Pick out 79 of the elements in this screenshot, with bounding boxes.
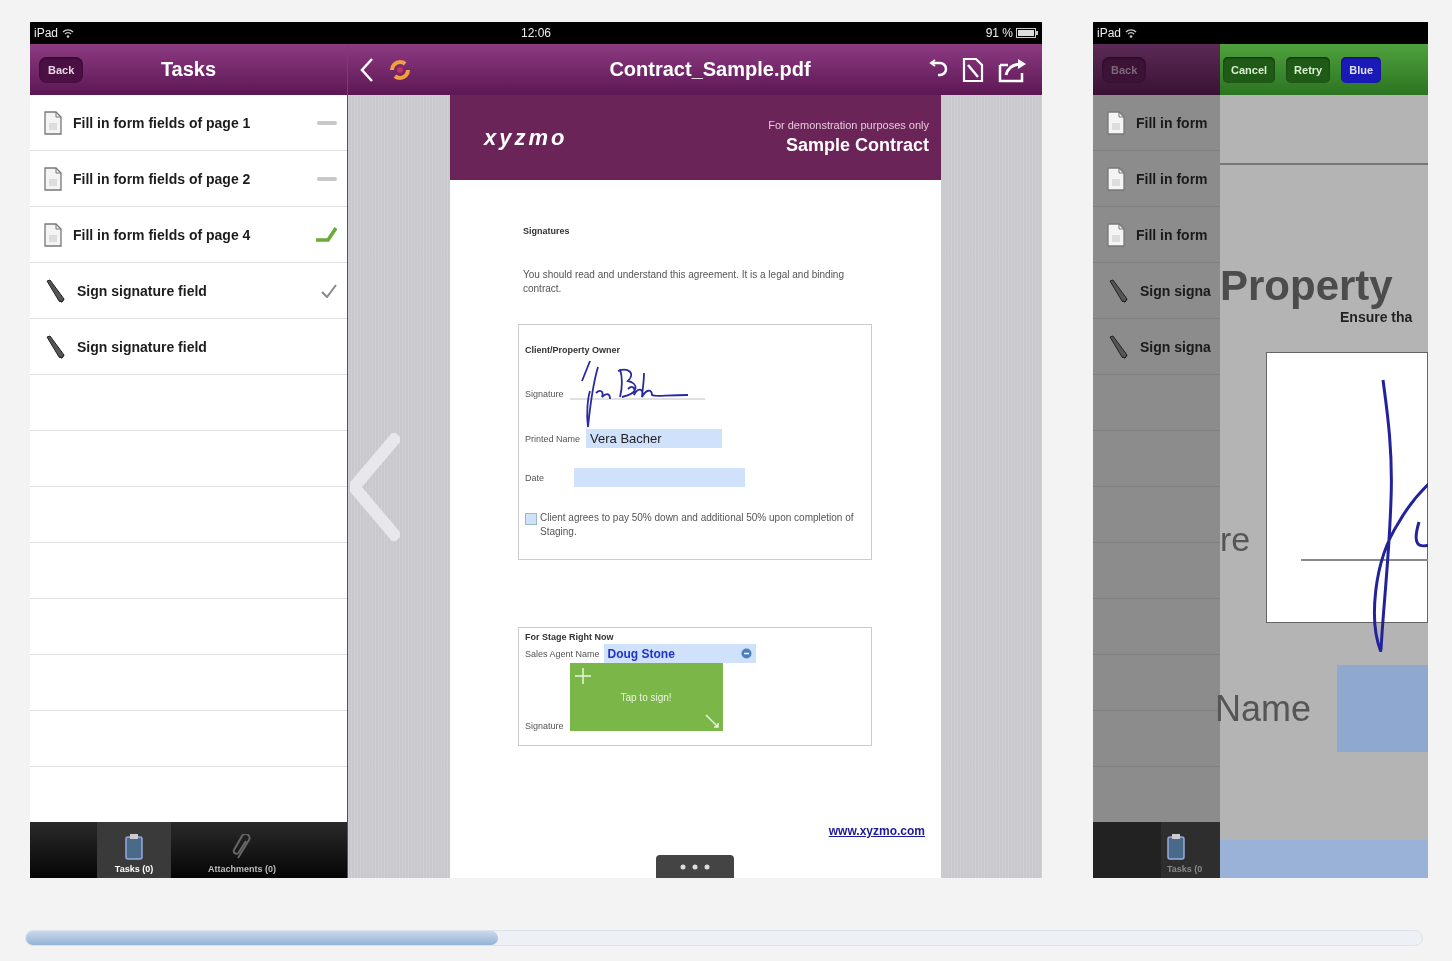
back-button[interactable]: Back [39, 56, 84, 83]
checkbox[interactable] [525, 513, 537, 525]
wifi-icon [62, 28, 75, 38]
task-label: Fill in form [1136, 115, 1209, 131]
header-title: Sample Contract [785, 135, 929, 156]
pen-icon [1107, 279, 1129, 303]
document-icon [44, 167, 62, 191]
field-label: re [1220, 520, 1252, 560]
paperclip-icon [232, 834, 252, 860]
toolbar-button[interactable]: Retry [1286, 56, 1331, 83]
website-link[interactable]: www.xyzmo.com [828, 824, 925, 838]
field-label: Printed Name [525, 433, 581, 444]
dialog-subtitle: Ensure tha [1340, 309, 1414, 325]
field-label: Sales Agent Name [525, 648, 600, 659]
task-label: Sign signa [1140, 339, 1211, 355]
document-title: Contract_Sample.pdf [608, 58, 812, 81]
task-label: Fill in form fields of page 2 [73, 171, 252, 187]
toolbar-button[interactable]: Blue [1341, 56, 1382, 83]
document-icon [1107, 223, 1125, 247]
tab-button[interactable]: Tasks (0) [97, 822, 171, 878]
dialog-title: Property [1220, 263, 1394, 309]
pane-title: Tasks [160, 58, 217, 81]
toolbar-button[interactable]: Cancel [1223, 56, 1276, 83]
document-icon [44, 111, 62, 135]
document-pen-icon [962, 56, 984, 83]
task-label: Fill in form [1136, 171, 1209, 187]
document-icon [44, 223, 62, 247]
agreement-text: Client agrees to pay 50% down and additional 50% upon completion of Staging. [540, 511, 855, 539]
header-note: For demonstration purposes only [768, 119, 929, 131]
field-label: Name [1215, 687, 1312, 730]
task-label: Sign signa [1140, 283, 1211, 299]
document-icon [1107, 167, 1125, 191]
edit-document-button[interactable] [962, 56, 984, 83]
battery-icon [1016, 28, 1038, 38]
sync-icon [388, 57, 412, 82]
field-label: Date [525, 472, 544, 483]
tab-button[interactable]: Tasks (0 [1161, 822, 1220, 878]
task-label: Sign signature field [77, 283, 208, 299]
tab-button[interactable]: Attachments (0) [205, 822, 279, 878]
logo: xyzmo [484, 124, 568, 151]
sync-button[interactable] [388, 57, 412, 82]
name-field[interactable]: Vera Bacher [586, 429, 723, 448]
page-handle[interactable] [656, 855, 734, 878]
field-label: Signature [525, 721, 564, 731]
clear-icon[interactable] [740, 648, 752, 659]
share-icon [998, 56, 1028, 83]
move-icon [573, 667, 592, 685]
date-field[interactable] [574, 468, 745, 487]
wifi-icon [1125, 28, 1138, 38]
task-label: Fill in form fields of page 1 [73, 115, 252, 131]
carrier-label: iPad [34, 26, 59, 40]
name-field[interactable] [1337, 665, 1428, 752]
pen-icon [44, 279, 66, 303]
task-label: Fill in form fields of page 4 [73, 227, 252, 243]
intro-text: You should read and understand this agreement. It is a legal and binding contract. [523, 268, 845, 296]
section-title: Client/Property Owner [525, 345, 622, 355]
section-heading: Signatures [523, 226, 571, 236]
scrollbar[interactable] [25, 930, 1423, 946]
document-icon [1107, 111, 1125, 135]
task-label: Fill in form [1136, 227, 1209, 243]
agent-name-field[interactable]: Doug Stone [603, 644, 756, 663]
clipboard-icon [125, 834, 143, 860]
clipboard-icon [1167, 834, 1185, 860]
task-label: Sign signature field [77, 339, 208, 355]
chevron-left-icon [360, 56, 374, 83]
back-button[interactable] [360, 56, 374, 83]
resize-icon [704, 714, 719, 728]
field-label: Signature [525, 389, 564, 399]
pen-icon [44, 335, 66, 359]
section-title: For Stage Right Now [525, 632, 615, 642]
clock-label: 12:06 [521, 26, 551, 40]
share-button[interactable] [998, 56, 1028, 83]
pen-icon [1107, 335, 1129, 359]
scrollbar-thumb[interactable] [26, 931, 498, 945]
carrier-label: iPad [1097, 26, 1122, 40]
form-field[interactable] [1220, 840, 1428, 878]
battery-label: 91 % [985, 26, 1013, 40]
field-value: Doug Stone [607, 646, 675, 661]
dots-icon [680, 863, 710, 870]
